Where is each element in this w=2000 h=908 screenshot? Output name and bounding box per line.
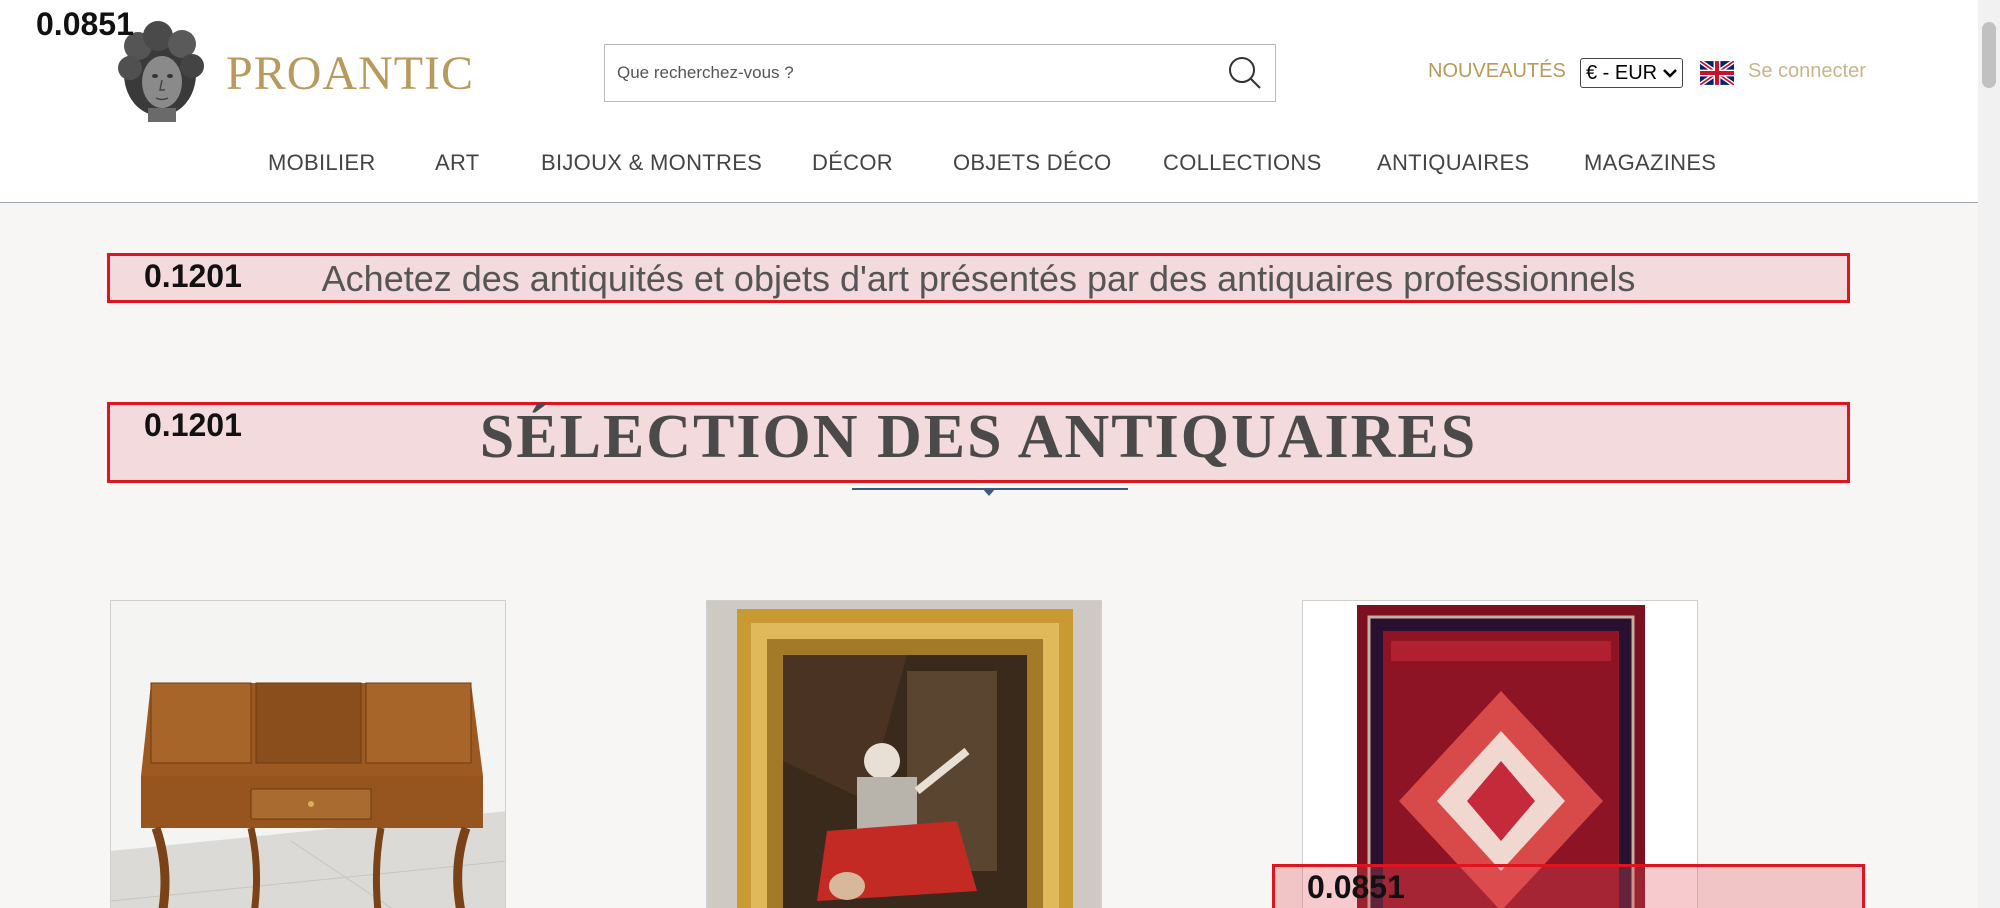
header-overlay-score: 0.0851 bbox=[36, 6, 134, 42]
search-button[interactable] bbox=[1225, 54, 1265, 92]
scrollbar-thumb[interactable] bbox=[1982, 22, 1996, 88]
currency-selected-value: € - EUR bbox=[1586, 62, 1658, 84]
nav-item-bijoux-montres[interactable]: BIJOUX & MONTRES bbox=[541, 150, 762, 176]
nav-item-mobilier[interactable]: MOBILIER bbox=[268, 150, 376, 176]
card-rug-score: 0.0851 bbox=[1307, 869, 1405, 905]
product-card-rug[interactable] bbox=[1302, 600, 1698, 908]
brand-name[interactable]: PROANTIC bbox=[226, 46, 474, 101]
rug-image bbox=[1303, 601, 1697, 908]
section-title: SÉLECTION DES ANTIQUAIRES bbox=[479, 403, 1478, 471]
nav-item-decor[interactable]: DÉCOR bbox=[812, 150, 893, 176]
vertical-scrollbar[interactable] bbox=[1978, 0, 2000, 908]
main-nav: MOBILIER ART BIJOUX & MONTRES DÉCOR OBJE… bbox=[0, 150, 1978, 180]
login-link[interactable]: Se connecter bbox=[1748, 60, 1866, 83]
search-input[interactable] bbox=[605, 45, 1205, 101]
nav-item-magazines[interactable]: MAGAZINES bbox=[1584, 150, 1716, 176]
site-header: 0.0851 PROANTIC NOUVEAUTÉS € - EUR bbox=[0, 0, 1978, 203]
dressing-table-image bbox=[111, 601, 505, 908]
chevron-down-icon bbox=[1663, 69, 1677, 78]
nouveautes-link[interactable]: NOUVEAUTÉS bbox=[1428, 60, 1566, 83]
tagline: Achetez des antiquités et objets d'art p… bbox=[321, 258, 1636, 299]
nav-item-antiquaires[interactable]: ANTIQUAIRES bbox=[1377, 150, 1529, 176]
divider-caret-icon bbox=[982, 488, 996, 496]
nav-item-collections[interactable]: COLLECTIONS bbox=[1163, 150, 1322, 176]
uk-flag-icon[interactable] bbox=[1700, 61, 1734, 85]
product-card-painting[interactable] bbox=[706, 600, 1102, 908]
currency-select[interactable]: € - EUR bbox=[1580, 58, 1683, 88]
painting-image bbox=[707, 601, 1101, 908]
search-box bbox=[604, 44, 1276, 102]
page: 0.0851 PROANTIC NOUVEAUTÉS € - EUR bbox=[0, 0, 2000, 908]
nav-item-art[interactable]: ART bbox=[435, 150, 480, 176]
nav-item-objets-deco[interactable]: OBJETS DÉCO bbox=[953, 150, 1112, 176]
search-icon bbox=[1229, 57, 1261, 89]
product-card-dressing-table[interactable] bbox=[110, 600, 506, 908]
